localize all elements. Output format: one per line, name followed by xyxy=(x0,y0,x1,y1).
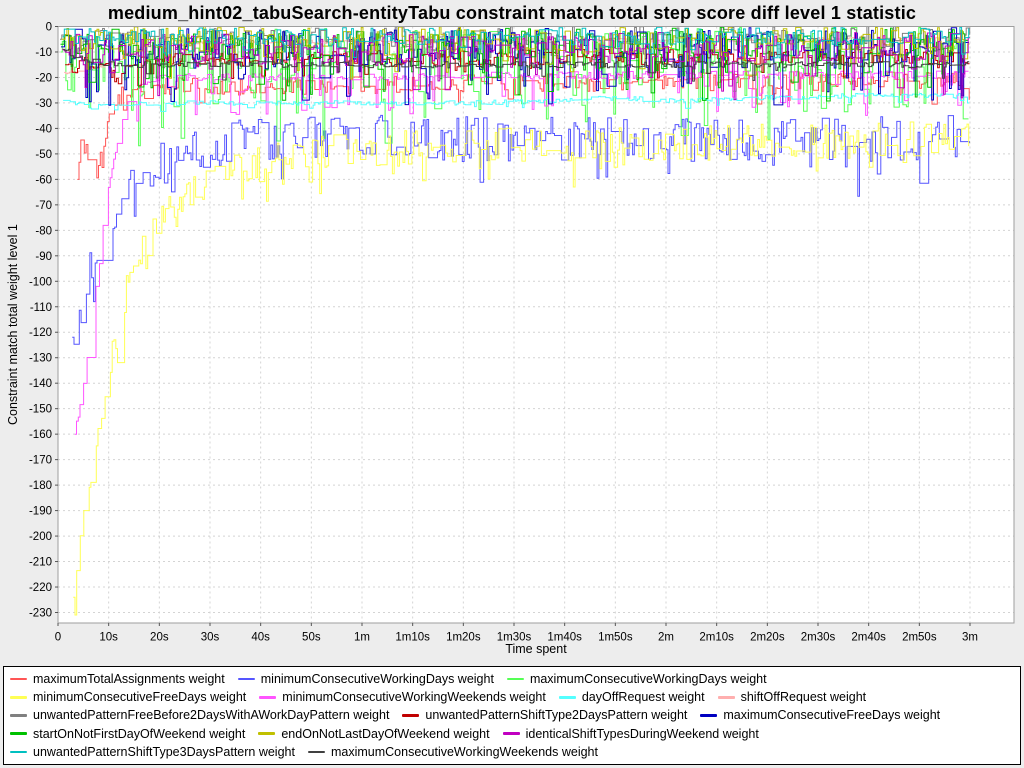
legend-label: maximumConsecutiveWorkingDays weight xyxy=(530,672,767,686)
legend-label: maximumConsecutiveFreeDays weight xyxy=(723,708,940,722)
y-tick-label: -130 xyxy=(29,353,52,365)
legend-label: unwantedPatternShiftType3DaysPattern wei… xyxy=(33,745,295,759)
legend-item: maximumTotalAssignments weight xyxy=(10,672,225,686)
legend-item: maximumConsecutiveWorkingDays weight xyxy=(507,672,767,686)
legend-swatch-line xyxy=(402,714,419,717)
y-tick-label: -90 xyxy=(35,251,52,263)
legend: maximumTotalAssignments weight minimumCon… xyxy=(3,666,1021,765)
y-tick-label: -80 xyxy=(35,225,52,237)
legend-swatch-line xyxy=(10,732,27,735)
legend-row: minimumConsecutiveFreeDays weight minimum… xyxy=(10,690,1014,704)
legend-swatch-line xyxy=(718,696,735,699)
y-tick-label: -220 xyxy=(29,582,52,594)
legend-item: unwantedPatternFreeBefore2DaysWithAWorkD… xyxy=(10,708,389,722)
legend-swatch-line xyxy=(308,751,325,754)
legend-swatch-line xyxy=(503,732,520,735)
legend-label: shiftOffRequest weight xyxy=(741,690,867,704)
legend-item: unwantedPatternShiftType3DaysPattern wei… xyxy=(10,745,295,759)
legend-item: startOnNotFirstDayOfWeekend weight xyxy=(10,727,245,741)
y-tick-label: -230 xyxy=(29,608,52,620)
legend-item: minimumConsecutiveWorkingWeekends weight xyxy=(259,690,546,704)
y-tick-label: -60 xyxy=(35,174,52,186)
legend-swatch-line xyxy=(507,678,524,681)
legend-label: minimumConsecutiveWorkingDays weight xyxy=(261,672,494,686)
y-tick-label: -100 xyxy=(29,276,52,288)
legend-label: minimumConsecutiveWorkingWeekends weight xyxy=(282,690,546,704)
legend-item: maximumConsecutiveWorkingWeekends weight xyxy=(308,745,598,759)
y-tick-label: -40 xyxy=(35,123,52,135)
y-tick-label: -30 xyxy=(35,98,52,110)
legend-label: maximumConsecutiveWorkingWeekends weight xyxy=(331,745,598,759)
y-tick-label: -180 xyxy=(29,480,52,492)
y-tick-label: -20 xyxy=(35,72,52,84)
legend-label: identicalShiftTypesDuringWeekend weight xyxy=(526,727,759,741)
legend-label: unwantedPatternFreeBefore2DaysWithAWorkD… xyxy=(33,708,389,722)
y-tick-label: -170 xyxy=(29,455,52,467)
legend-label: startOnNotFirstDayOfWeekend weight xyxy=(33,727,245,741)
y-tick-label: -160 xyxy=(29,429,52,441)
y-tick-label: -50 xyxy=(35,149,52,161)
legend-item: identicalShiftTypesDuringWeekend weight xyxy=(503,727,759,741)
legend-row: unwantedPatternShiftType3DaysPattern wei… xyxy=(10,745,1014,759)
legend-item: minimumConsecutiveFreeDays weight xyxy=(10,690,246,704)
legend-item: endOnNotLastDayOfWeekend weight xyxy=(258,727,489,741)
x-axis-title: Time spent xyxy=(58,642,1014,656)
y-tick-label: 0 xyxy=(46,22,52,34)
legend-swatch-line xyxy=(700,714,717,717)
legend-swatch-line xyxy=(258,732,275,735)
legend-row: startOnNotFirstDayOfWeekend weight endOnN… xyxy=(10,727,1014,741)
legend-label: minimumConsecutiveFreeDays weight xyxy=(33,690,246,704)
y-tick-label: -110 xyxy=(30,302,52,314)
y-tick-label: -120 xyxy=(29,327,52,339)
y-tick-label: -200 xyxy=(29,531,52,543)
legend-swatch-line xyxy=(10,714,27,717)
y-tick-label: -10 xyxy=(35,47,52,59)
legend-item: dayOffRequest weight xyxy=(559,690,705,704)
y-tick-label: -150 xyxy=(29,404,52,416)
legend-label: unwantedPatternShiftType2DaysPattern wei… xyxy=(425,708,687,722)
legend-item: shiftOffRequest weight xyxy=(718,690,867,704)
legend-swatch-line xyxy=(259,696,276,699)
legend-label: dayOffRequest weight xyxy=(582,690,705,704)
plot-area xyxy=(58,27,1014,624)
y-tick-label: -190 xyxy=(29,506,52,518)
legend-swatch-line xyxy=(10,751,27,754)
y-tick-label: -140 xyxy=(29,378,52,390)
legend-label: maximumTotalAssignments weight xyxy=(33,672,225,686)
plot-canvas: 010s20s30s40s50s1m1m10s1m20s1m30s1m40s1m… xyxy=(0,0,1024,662)
legend-item: maximumConsecutiveFreeDays weight xyxy=(700,708,940,722)
benchmark-statistic-chart: medium_hint02_tabuSearch-entityTabu cons… xyxy=(0,0,1024,768)
legend-swatch-line xyxy=(10,696,27,699)
legend-item: unwantedPatternShiftType2DaysPattern wei… xyxy=(402,708,687,722)
y-tick-label: -210 xyxy=(29,557,52,569)
legend-row: maximumTotalAssignments weight minimumCon… xyxy=(10,672,1014,686)
y-tick-label: -70 xyxy=(35,200,52,212)
legend-swatch-line xyxy=(238,678,255,681)
legend-item: minimumConsecutiveWorkingDays weight xyxy=(238,672,494,686)
legend-label: endOnNotLastDayOfWeekend weight xyxy=(281,727,489,741)
legend-row: unwantedPatternFreeBefore2DaysWithAWorkD… xyxy=(10,708,1014,722)
legend-swatch-line xyxy=(10,678,27,681)
legend-swatch-line xyxy=(559,696,576,699)
y-axis-title: Constraint match total weight level 1 xyxy=(4,27,22,623)
